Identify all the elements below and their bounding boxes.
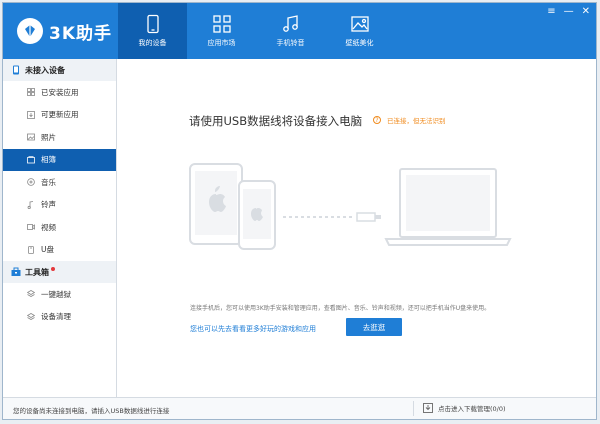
- music-note-icon: [282, 15, 298, 32]
- nav-label: 壁纸美化: [345, 39, 374, 47]
- window-controls: ≡ — ✕: [547, 7, 590, 17]
- phone-icon: [146, 14, 159, 34]
- sidebar-group-device: 未接入设备: [3, 59, 116, 81]
- music-icon: [27, 178, 35, 187]
- sidebar-group-tools: 工具箱: [3, 261, 116, 283]
- main-nav: 我的设备 应用市场 手机铃音 壁纸美化: [118, 3, 394, 59]
- notification-dot: [51, 267, 55, 271]
- nav-wallpaper[interactable]: 壁纸美化: [325, 3, 394, 59]
- app-title: 3K助手: [49, 23, 113, 44]
- browse-games-link[interactable]: 您也可以先去看看更多好玩的游戏和应用: [190, 324, 316, 334]
- nav-ringtones[interactable]: 手机铃音: [256, 3, 325, 59]
- laptop-icon: [384, 168, 512, 246]
- sidebar-item-updatable-apps[interactable]: 可更新应用: [3, 104, 116, 127]
- close-icon[interactable]: ✕: [582, 7, 590, 17]
- update-icon: [27, 110, 35, 119]
- connect-description: 连接手机后，您可以使用3K助手安装和管理应用，查看图片、音乐、铃声和视频，还可以…: [190, 305, 491, 312]
- minimize-icon[interactable]: —: [564, 7, 574, 17]
- grid-icon: [27, 88, 35, 97]
- video-icon: [27, 223, 35, 231]
- sidebar-item-device-clean[interactable]: 设备清理: [3, 306, 116, 329]
- nav-label: 手机铃音: [276, 39, 305, 47]
- download-manager-link[interactable]: 点击进入下载管理(0/0): [423, 403, 506, 413]
- usb-icon: [27, 245, 35, 254]
- sidebar-item-ringtones[interactable]: 铃声: [3, 194, 116, 217]
- sidebar-item-video[interactable]: 视频: [3, 216, 116, 239]
- sidebar-item-installed-apps[interactable]: 已安装应用: [3, 81, 116, 104]
- clean-icon: [27, 312, 35, 321]
- usb-cable-icon: [283, 212, 381, 222]
- phone-device-icon: [238, 180, 276, 250]
- tablet-icon: [189, 163, 243, 245]
- nav-label: 我的设备: [138, 39, 167, 47]
- image-icon: [350, 16, 369, 32]
- sidebar: 未接入设备 已安装应用 可更新应用 照片 相簿 音乐 铃声 视频 U盘 工具箱 …: [3, 59, 117, 400]
- album-icon: [27, 156, 35, 164]
- device-connection-illustration: [189, 163, 512, 250]
- status-divider: [413, 401, 414, 416]
- nav-app-market[interactable]: 应用市场: [187, 3, 256, 59]
- question-icon: ?: [373, 116, 381, 124]
- top-bar: 3K助手 我的设备 应用市场 手机铃音 壁纸美化 ≡ — ✕: [3, 3, 596, 59]
- nav-my-device[interactable]: 我的设备: [118, 3, 187, 59]
- status-bar: 您的设备尚未连接到电脑，请插入USB数据线进行连接 点击进入下载管理(0/0): [3, 397, 596, 419]
- bell-icon: [27, 200, 35, 209]
- app-window: 3K助手 我的设备 应用市场 手机铃音 壁纸美化 ≡ — ✕ 未接入设备 已安装…: [2, 2, 597, 420]
- sidebar-item-music[interactable]: 音乐: [3, 171, 116, 194]
- grid-icon: [212, 15, 231, 33]
- connection-hint-link[interactable]: ? 已连接，但无法识别: [373, 115, 446, 125]
- main-panel: 请使用USB数据线将设备接入电脑 ? 已连接，但无法识别 连接手机后，您可以使用…: [117, 59, 596, 400]
- device-icon: [11, 65, 21, 75]
- toolbox-icon: [11, 267, 21, 277]
- download-icon: [423, 403, 433, 413]
- status-message: 您的设备尚未连接到电脑，请插入USB数据线进行连接: [13, 407, 170, 415]
- sidebar-item-photos[interactable]: 照片: [3, 126, 116, 149]
- connect-prompt-title: 请使用USB数据线将设备接入电脑: [189, 114, 363, 128]
- nav-label: 应用市场: [207, 39, 236, 47]
- layers-icon: [27, 290, 35, 298]
- sidebar-item-album[interactable]: 相簿: [3, 148, 116, 171]
- photo-icon: [27, 133, 35, 141]
- go-browse-button[interactable]: 去逛逛: [346, 318, 402, 336]
- logo-icon: [17, 18, 43, 44]
- app-logo: 3K助手: [17, 18, 112, 44]
- sidebar-item-jailbreak[interactable]: 一键越狱: [3, 283, 116, 306]
- sidebar-item-usb-disk[interactable]: U盘: [3, 239, 116, 262]
- menu-icon[interactable]: ≡: [547, 7, 555, 17]
